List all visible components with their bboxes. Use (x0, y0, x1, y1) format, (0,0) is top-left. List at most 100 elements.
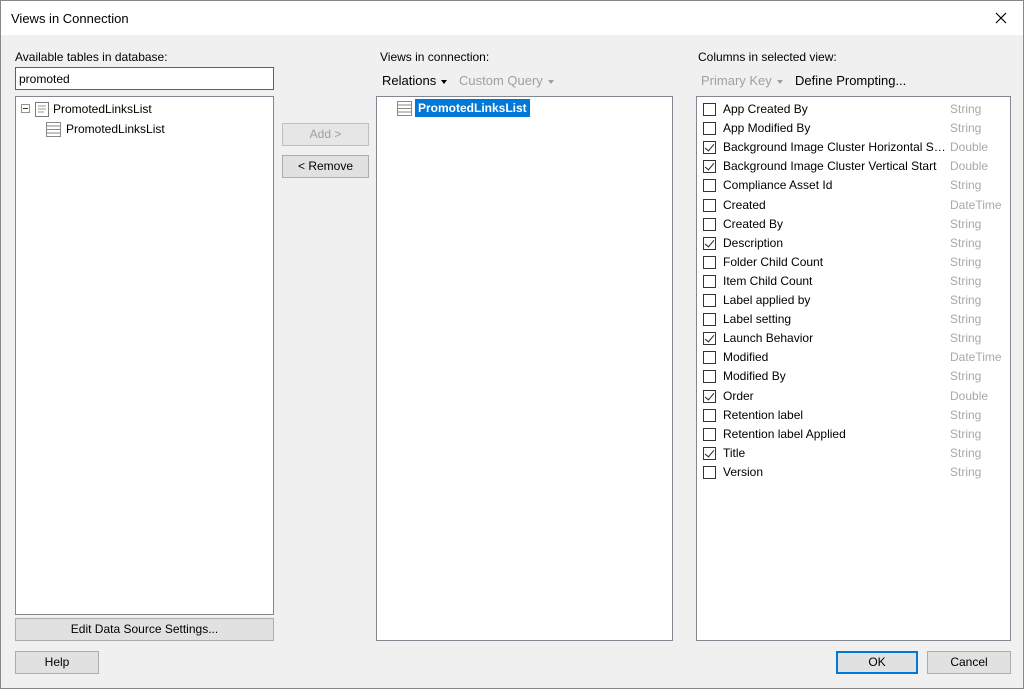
column-row[interactable]: Label applied by String (703, 291, 1009, 310)
column-row[interactable]: Version String (703, 463, 1009, 482)
available-tables-tree[interactable]: PromotedLinksList PromotedLinksList (15, 96, 274, 615)
primary-key-menu[interactable]: Primary Key (701, 73, 783, 88)
column-name: Launch Behavior (723, 331, 814, 346)
column-checkbox[interactable] (703, 351, 716, 365)
column-checkbox[interactable] (703, 408, 716, 422)
column-type: String (950, 445, 982, 460)
column-name: Modified (723, 350, 769, 365)
column-row[interactable]: App Modified By String (703, 119, 1009, 138)
column-checkbox[interactable] (703, 370, 716, 384)
available-tables-label: Available tables in database: (15, 50, 168, 64)
column-type: String (950, 216, 982, 231)
column-name: Version (723, 464, 764, 479)
relations-menu[interactable]: Relations (382, 73, 448, 88)
column-row[interactable]: Created DateTime (703, 196, 1009, 215)
cancel-button[interactable]: Cancel (927, 651, 1011, 674)
column-checkbox[interactable] (703, 141, 716, 155)
column-checkbox[interactable] (703, 427, 716, 441)
column-name: Folder Child Count (723, 254, 824, 269)
column-type: String (950, 121, 982, 136)
column-checkbox[interactable] (703, 198, 716, 212)
column-type: String (950, 293, 982, 307)
column-type: String (950, 254, 982, 269)
column-checkbox[interactable] (703, 465, 716, 479)
column-name: Order (723, 388, 754, 403)
column-row[interactable]: Retention label Applied String (703, 425, 1009, 444)
column-checkbox[interactable] (703, 255, 716, 269)
column-row[interactable]: Description String (703, 234, 1009, 253)
column-checkbox[interactable] (703, 332, 716, 346)
column-row[interactable]: Compliance Asset Id String (703, 176, 1009, 195)
column-name: Modified By (723, 369, 786, 384)
column-type: Double (950, 388, 989, 403)
column-row[interactable]: Retention label String (703, 406, 1009, 425)
table-search-input[interactable] (15, 67, 274, 90)
column-row[interactable]: Folder Child Count String (703, 253, 1009, 272)
add-button[interactable]: Add > (282, 123, 369, 146)
chevron-down-icon (441, 79, 448, 84)
chevron-down-icon (776, 79, 783, 84)
column-type: String (950, 102, 982, 116)
view-item-label: PromotedLinksList (415, 99, 530, 117)
column-row[interactable]: Title String (703, 444, 1009, 463)
views-in-connection-dialog: Views in Connection Available tables in … (0, 0, 1024, 689)
remove-button[interactable]: < Remove (282, 155, 369, 178)
tree-item-table[interactable]: PromotedLinksList (19, 100, 269, 118)
column-row[interactable]: Item Child Count String (703, 272, 1009, 291)
column-name: Compliance Asset Id (723, 178, 833, 193)
column-checkbox[interactable] (703, 294, 716, 307)
column-type: String (950, 312, 982, 327)
column-row[interactable]: Background Image Cluster Horizontal St..… (703, 138, 1009, 157)
relations-label: Relations (382, 73, 437, 88)
column-type: String (950, 273, 982, 288)
column-type: Double (950, 140, 989, 155)
column-checkbox[interactable] (703, 313, 716, 327)
tree-item-label: PromotedLinksList (66, 122, 165, 136)
define-prompting-link[interactable]: Define Prompting... (795, 73, 906, 88)
help-button[interactable]: Help (15, 651, 99, 674)
ok-button[interactable]: OK (836, 651, 918, 674)
column-name: App Created By (723, 102, 808, 116)
column-row[interactable]: Launch Behavior String (703, 329, 1009, 348)
tree-item-view[interactable]: PromotedLinksList (19, 120, 269, 138)
column-type: String (950, 235, 982, 250)
column-checkbox[interactable] (703, 389, 716, 403)
column-row[interactable]: App Created By String (703, 100, 1009, 119)
column-checkbox[interactable] (703, 274, 716, 288)
column-row[interactable]: Order Double (703, 387, 1009, 406)
column-checkbox[interactable] (703, 122, 716, 136)
column-type: String (950, 178, 982, 193)
column-type: String (950, 331, 982, 346)
column-name: Retention label (723, 407, 804, 422)
column-checkbox[interactable] (703, 160, 716, 174)
column-name: Item Child Count (723, 273, 813, 288)
column-row[interactable]: Background Image Cluster Vertical Start D… (703, 157, 1009, 176)
edit-data-source-settings-button[interactable]: Edit Data Source Settings... (15, 618, 274, 641)
custom-query-menu[interactable]: Custom Query (459, 73, 554, 88)
title-bar: Views in Connection (1, 1, 1023, 35)
collapse-icon[interactable] (21, 104, 30, 113)
column-name: App Modified By (723, 121, 811, 136)
column-type: String (950, 426, 982, 441)
column-checkbox[interactable] (703, 236, 716, 250)
column-checkbox[interactable] (703, 446, 716, 460)
column-name: Background Image Cluster Horizontal St..… (723, 140, 947, 155)
column-name: Background Image Cluster Vertical Start (723, 159, 937, 174)
column-name: Label applied by (723, 293, 811, 307)
column-row[interactable]: Label setting String (703, 310, 1009, 329)
column-name: Created (723, 197, 766, 212)
column-row[interactable]: Modified By String (703, 367, 1009, 386)
close-icon[interactable] (989, 7, 1013, 29)
column-name: Description (723, 235, 784, 250)
custom-query-label: Custom Query (459, 73, 543, 88)
columns-list[interactable]: App Created By String App Modified By Strin… (696, 96, 1011, 641)
column-name: Retention label Applied (723, 426, 846, 441)
column-checkbox[interactable] (703, 217, 716, 231)
views-list[interactable]: PromotedLinksList (376, 96, 673, 641)
column-checkbox[interactable] (703, 103, 716, 116)
column-row[interactable]: Created By String (703, 215, 1009, 234)
column-type: DateTime (950, 197, 1002, 212)
column-checkbox[interactable] (703, 179, 716, 193)
column-type: String (950, 464, 982, 479)
column-row[interactable]: Modified DateTime (703, 348, 1009, 367)
